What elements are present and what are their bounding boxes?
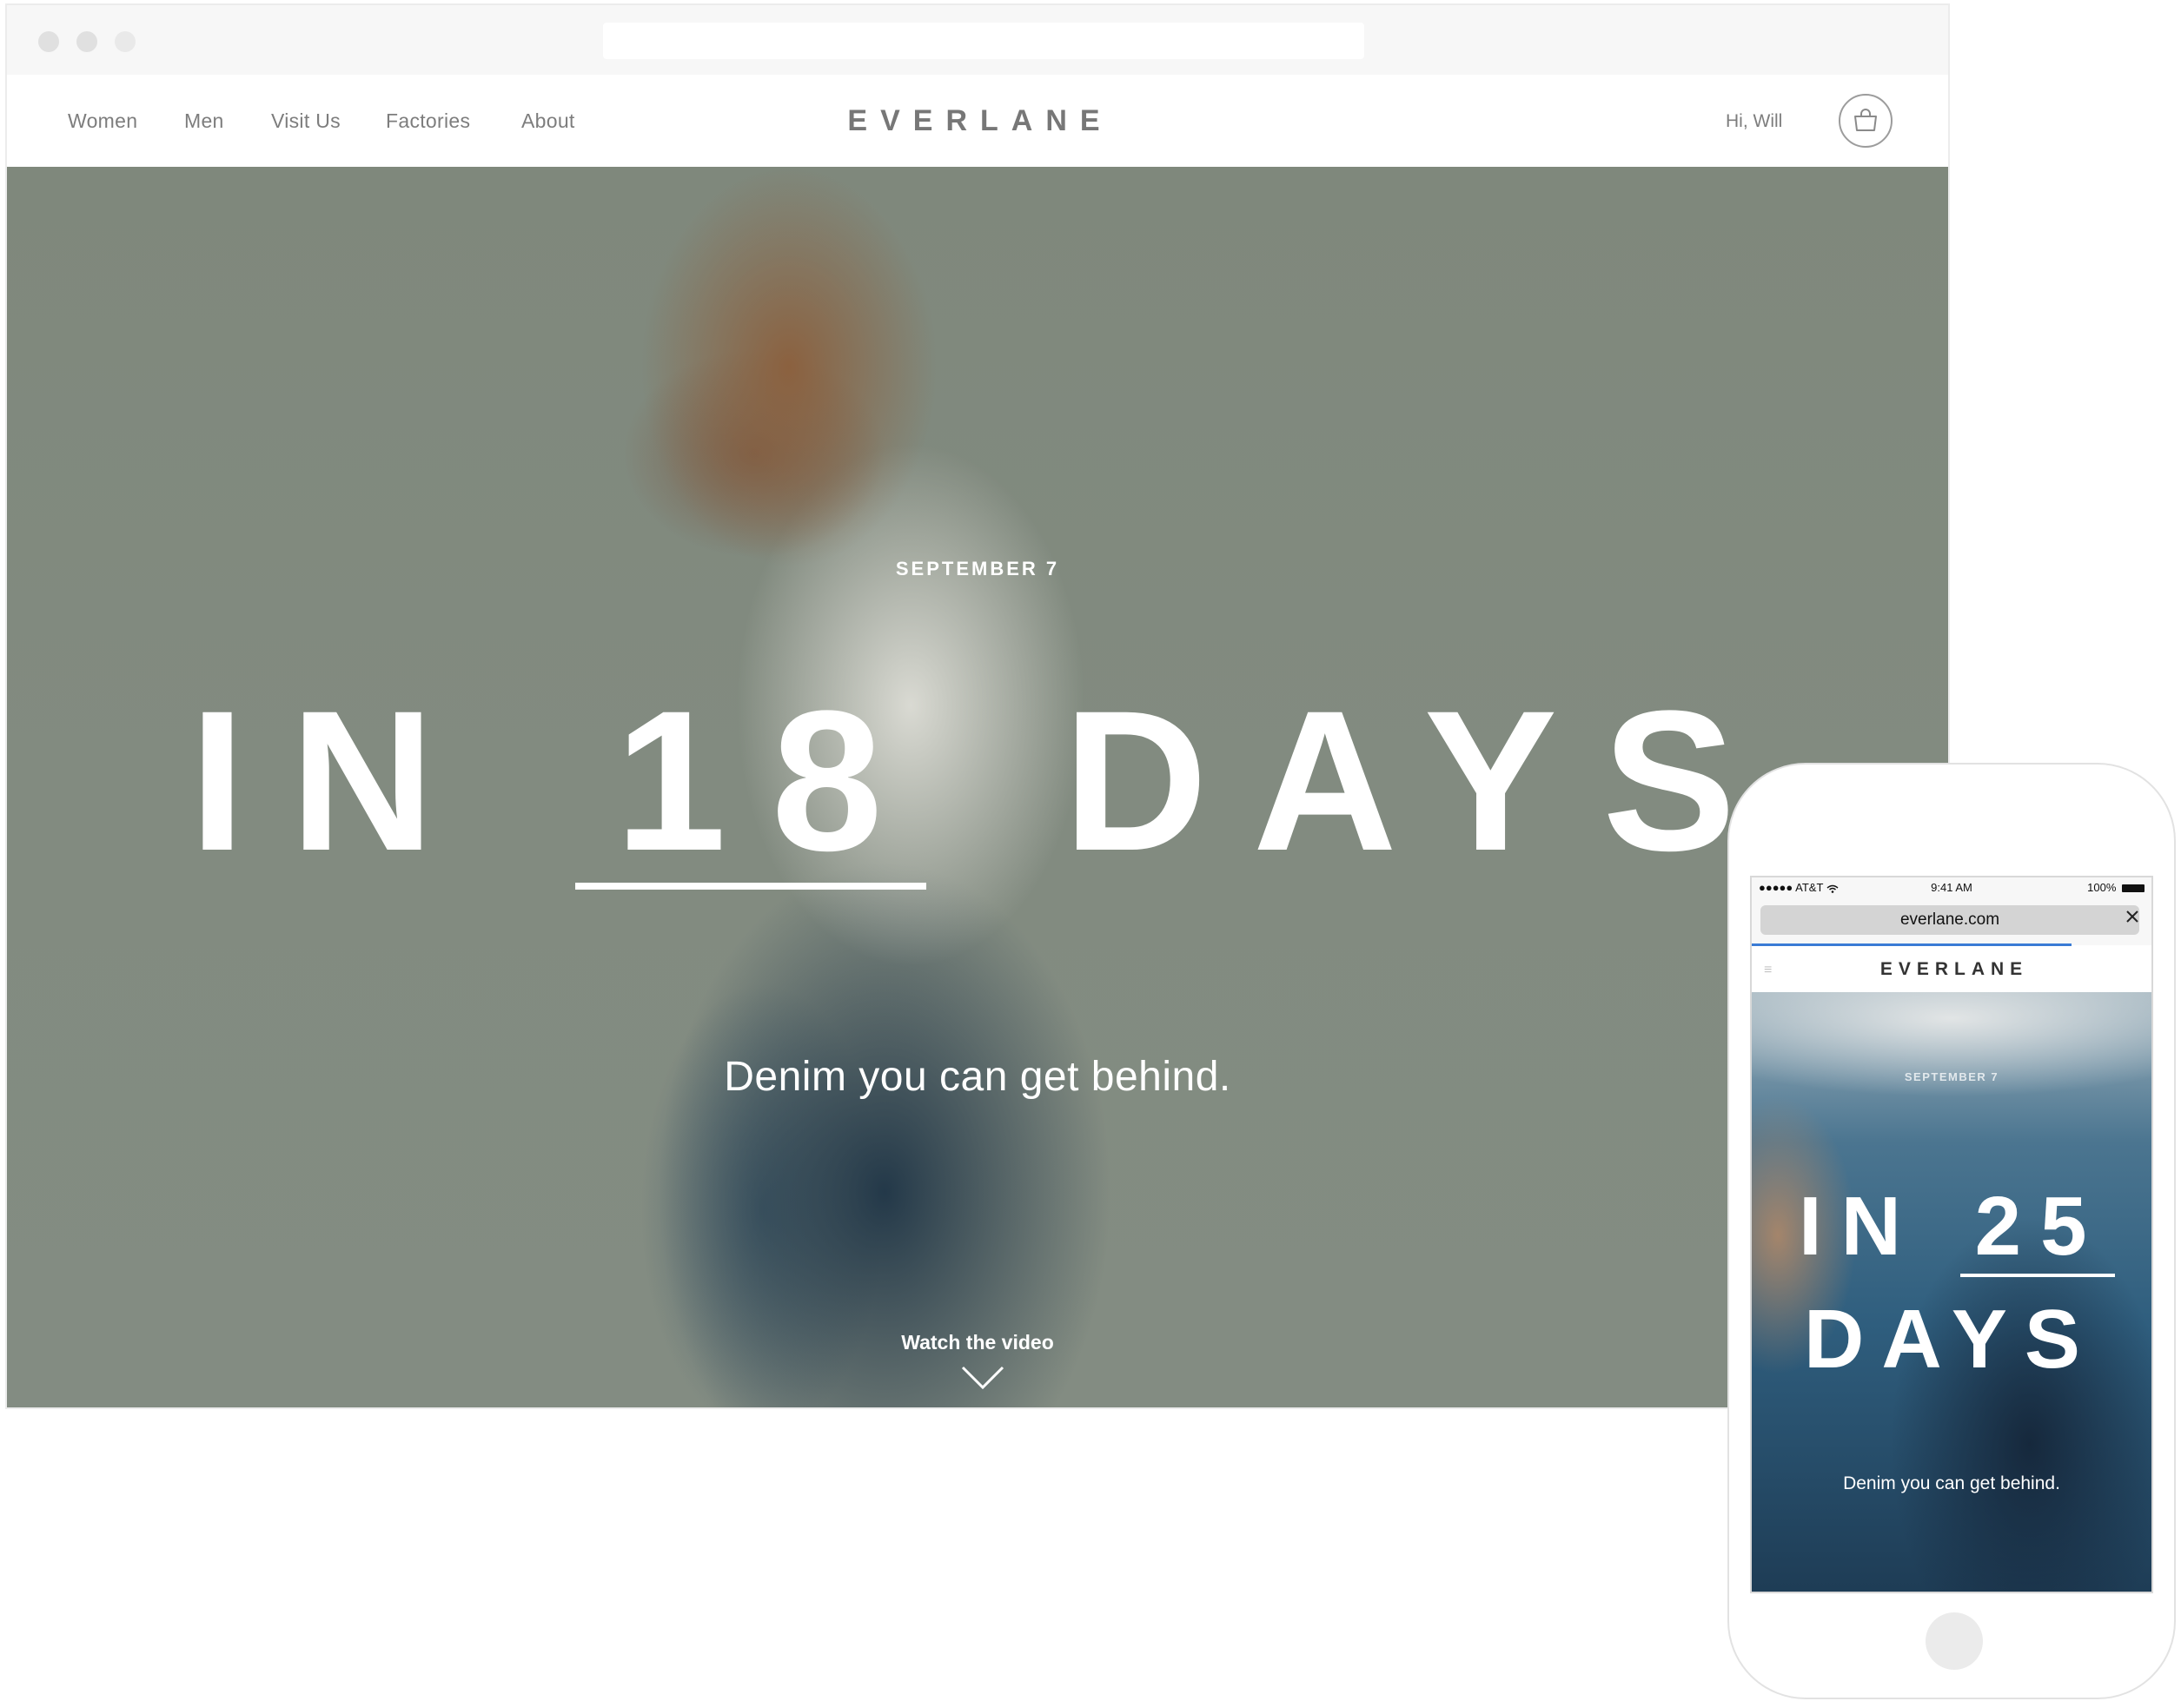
watch-video-link[interactable]: Watch the video	[7, 1331, 1948, 1354]
desktop-browser-window: Women Men Visit Us Factories About EVERL…	[5, 3, 1950, 1409]
user-greeting[interactable]: Hi, Will	[1726, 111, 1782, 132]
phone-screen: ●●●●● AT&T 9:41 AM 100% everlane.com ≡ E…	[1750, 876, 2153, 1593]
mobile-phone-mockup: ●●●●● AT&T 9:41 AM 100% everlane.com ≡ E…	[1727, 763, 2176, 1699]
chevron-down-icon[interactable]	[961, 1366, 1004, 1390]
mobile-hero-date: SEPTEMBER 7	[1904, 1070, 1999, 1083]
mobile-countdown-prefix: IN	[1799, 1180, 1920, 1273]
battery-indicator: 100%	[2087, 881, 2145, 894]
address-bar[interactable]	[603, 23, 1364, 59]
window-zoom-dot[interactable]	[115, 31, 136, 52]
countdown-suffix: DAYS	[1063, 669, 1781, 892]
mobile-hero-tagline: Denim you can get behind.	[1843, 1473, 2060, 1493]
browser-chrome-bar	[7, 5, 1948, 75]
battery-icon	[2122, 884, 2145, 893]
mobile-site-logo[interactable]: EVERLANE	[1752, 959, 2151, 980]
window-close-dot[interactable]	[38, 31, 59, 52]
hero-date: SEPTEMBER 7	[895, 558, 1060, 579]
cart-button[interactable]	[1839, 94, 1893, 148]
mobile-url-field[interactable]: everlane.com	[1760, 905, 2139, 935]
countdown-underline	[575, 883, 926, 890]
countdown-headline: IN 18 DAYS	[189, 681, 1781, 881]
hero-banner: SEPTEMBER 7 IN 18 DAYS Denim you can get…	[7, 167, 1948, 1407]
phone-home-button[interactable]	[1926, 1612, 1983, 1670]
bag-icon	[1854, 109, 1877, 131]
countdown-number: 18	[614, 669, 928, 892]
nav-link-men[interactable]: Men	[184, 109, 224, 133]
mobile-countdown-suffix: DAYS	[1804, 1293, 2098, 1386]
mobile-countdown-underline	[1960, 1274, 2115, 1277]
nav-link-factories[interactable]: Factories	[386, 109, 470, 133]
page-load-progress-bar	[1752, 943, 2072, 946]
mobile-url-bar-area: everlane.com	[1752, 898, 2151, 945]
nav-link-visit-us[interactable]: Visit Us	[271, 109, 341, 133]
nav-link-women[interactable]: Women	[68, 109, 137, 133]
countdown-prefix: IN	[189, 669, 480, 892]
close-icon[interactable]	[2125, 910, 2139, 924]
hero-tagline: Denim you can get behind.	[724, 1054, 1231, 1100]
battery-percent: 100%	[2087, 881, 2117, 894]
nav-link-about[interactable]: About	[521, 109, 575, 133]
site-logo[interactable]: EVERLANE	[806, 104, 1154, 138]
mobile-hero-banner: SEPTEMBER 7 IN 25 DAYS Denim you can get…	[1752, 992, 2151, 1592]
mobile-site-header: ≡ EVERLANE	[1752, 947, 2151, 992]
mobile-countdown-number: 25	[1974, 1180, 2106, 1273]
status-bar: ●●●●● AT&T 9:41 AM 100%	[1752, 877, 2151, 898]
site-header: Women Men Visit Us Factories About EVERL…	[7, 75, 1948, 167]
mobile-countdown-line-1: IN 25	[1799, 1185, 2105, 1268]
window-minimize-dot[interactable]	[76, 31, 97, 52]
